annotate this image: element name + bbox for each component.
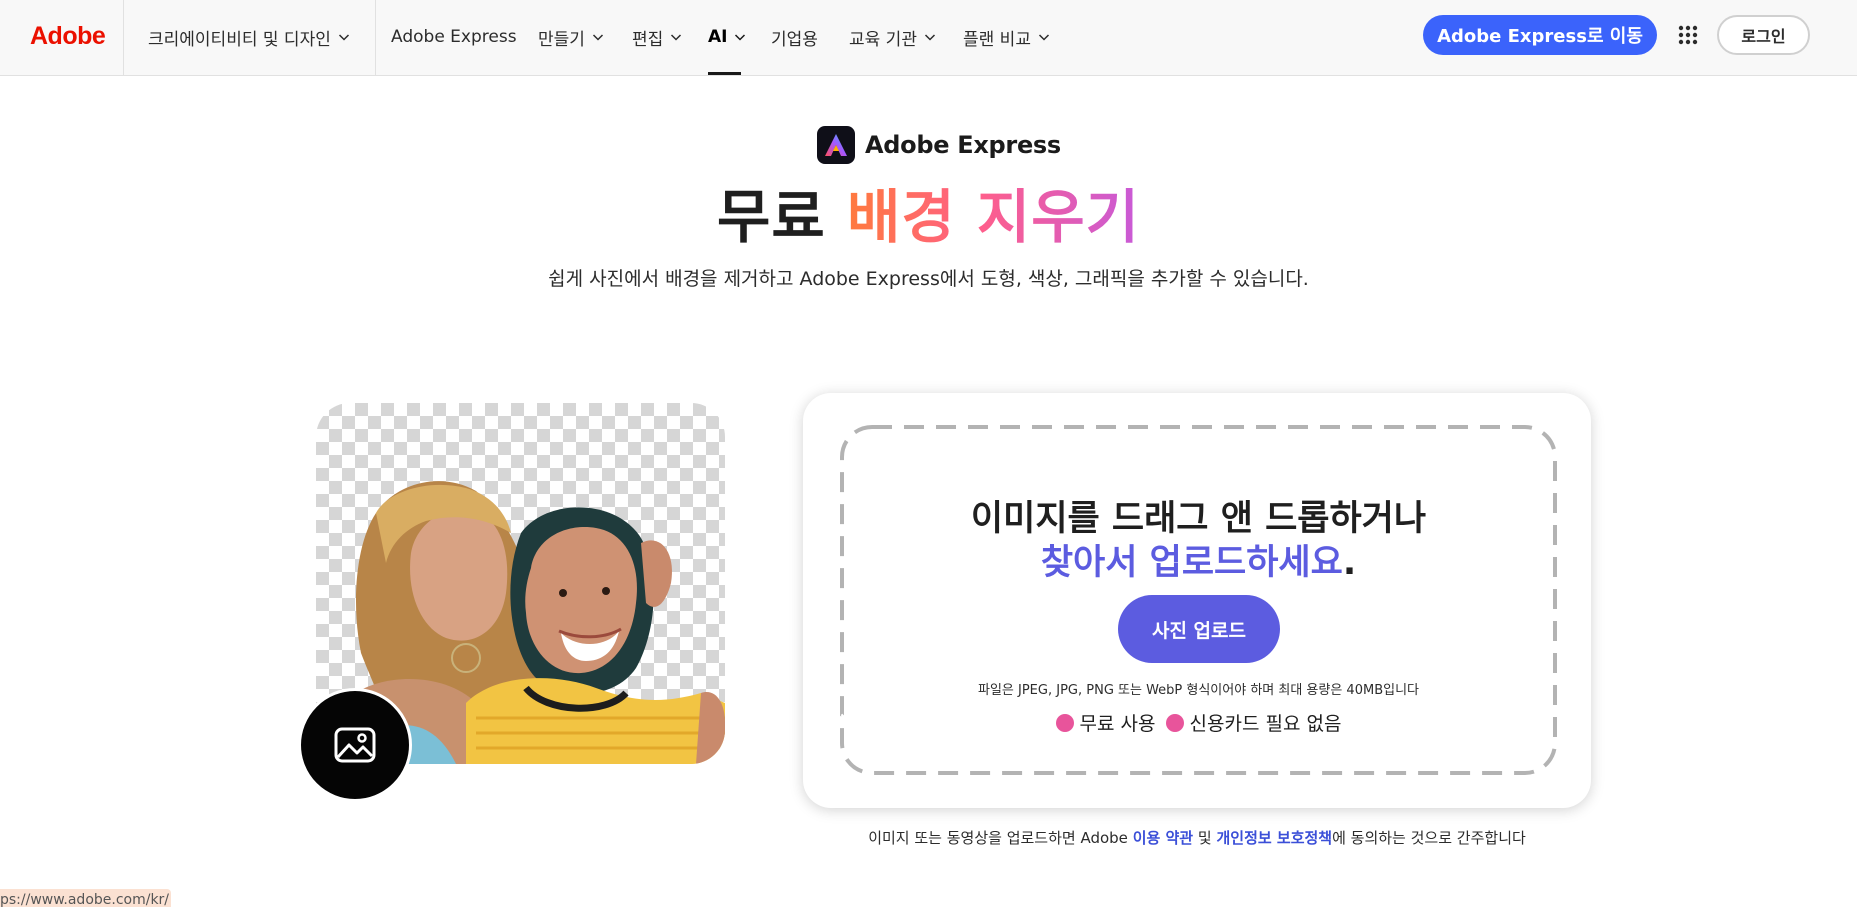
terms-prefix: 이미지 또는 동영상을 업로드하면 Adobe [868, 829, 1133, 847]
drop-title-period: . [1342, 543, 1357, 583]
nav-item-label: Adobe Express [391, 27, 517, 47]
nav-item-education[interactable]: 교육 기관 [849, 22, 936, 52]
nav-item-edit[interactable]: 편집 [632, 22, 682, 52]
title-plain: 무료 [717, 183, 847, 251]
chevron-down-icon [924, 34, 935, 41]
drop-zone[interactable]: 이미지를 드래그 앤 드롭하거나 찾아서 업로드하세요. 사진 업로드 파일은 … [840, 425, 1557, 775]
terms-of-use-link[interactable]: 이용 약관 [1133, 829, 1193, 847]
nav-item-label: AI [708, 27, 728, 47]
perk-item: 신용카드 필요 없음 [840, 709, 1342, 736]
image-icon [298, 688, 412, 802]
nav-item-adobe-express[interactable]: Adobe Express [391, 22, 517, 52]
upload-photo-button[interactable]: 사진 업로드 [1118, 595, 1280, 663]
upload-card: 이미지를 드래그 앤 드롭하거나 찾아서 업로드하세요. 사진 업로드 파일은 … [803, 393, 1591, 808]
go-to-express-button[interactable]: Adobe Express로 이동 [1423, 15, 1657, 55]
privacy-policy-link[interactable]: 개인정보 보호정책 [1216, 829, 1332, 847]
nav-item-compare-plans[interactable]: 플랜 비교 [963, 22, 1050, 52]
nav-item-label: 교육 기관 [849, 29, 917, 50]
title-highlight: 배경 지우기 [846, 183, 1140, 251]
nav-item-create[interactable]: 만들기 [538, 22, 604, 52]
nav-item-label: 편집 [632, 29, 664, 50]
page-subtitle: 쉽게 사진에서 배경을 제거하고 Adobe Express에서 도형, 색상,… [548, 268, 1309, 290]
chevron-down-icon [592, 34, 603, 41]
chevron-down-icon [735, 34, 746, 41]
check-icon [840, 710, 1184, 732]
file-requirements-note: 파일은 JPEG, JPG, PNG 또는 WebP 형식이어야 하며 최대 용… [978, 683, 1419, 698]
terms-notice: 이미지 또는 동영상을 업로드하면 Adobe 이용 약관 및 개인정보 보호정… [803, 827, 1591, 848]
nav-item-ai[interactable]: AI [708, 22, 746, 52]
grid-apps-icon[interactable] [1678, 25, 1698, 45]
nav-divider [123, 0, 124, 76]
chevron-down-icon [671, 34, 682, 41]
terms-suffix: 에 동의하는 것으로 간주합니다 [1332, 829, 1526, 847]
nav-item-label: 기업용 [771, 29, 818, 50]
adobe-express-logo-icon [817, 126, 855, 164]
terms-middle: 및 [1193, 829, 1217, 847]
nav-item-label: 만들기 [538, 29, 585, 50]
adobe-logo[interactable]: Adobe [30, 21, 106, 51]
perk-label: 무료 사용 [1079, 713, 1156, 735]
nav-item-creativity-design[interactable]: 크리에이티비티 및 디자인 [148, 22, 350, 52]
top-nav: Adobe 크리에이티비티 및 디자인 Adobe Express 만들기 편집… [0, 0, 1857, 76]
perk-item: 무료 사용 [840, 709, 1156, 736]
express-brand: Adobe Express [817, 126, 1061, 164]
perk-label: 신용카드 필요 없음 [1189, 713, 1342, 735]
drop-title-line1: 이미지를 드래그 앤 드롭하거나 [970, 499, 1427, 539]
status-bar-url: ps://www.adobe.com/kr/ [0, 889, 171, 907]
nav-divider [375, 0, 376, 76]
drop-zone-title: 이미지를 드래그 앤 드롭하거나 찾아서 업로드하세요. [840, 497, 1557, 585]
nav-item-label: 플랜 비교 [963, 29, 1031, 50]
chevron-down-icon [338, 34, 349, 41]
active-tab-indicator [708, 72, 741, 75]
chevron-down-icon [1038, 34, 1049, 41]
perks-list: 무료 사용 신용카드 필요 없음 [840, 709, 1557, 736]
page-title: 무료 배경 지우기 [0, 170, 1857, 254]
nav-item-label: 크리에이티비티 및 디자인 [148, 29, 331, 50]
nav-item-business[interactable]: 기업용 [771, 22, 818, 52]
brand-name: Adobe Express [865, 131, 1061, 159]
check-icon [840, 710, 1074, 732]
browse-upload-link[interactable]: 찾아서 업로드하세요 [1041, 543, 1343, 583]
login-button[interactable]: 로그인 [1717, 15, 1810, 55]
